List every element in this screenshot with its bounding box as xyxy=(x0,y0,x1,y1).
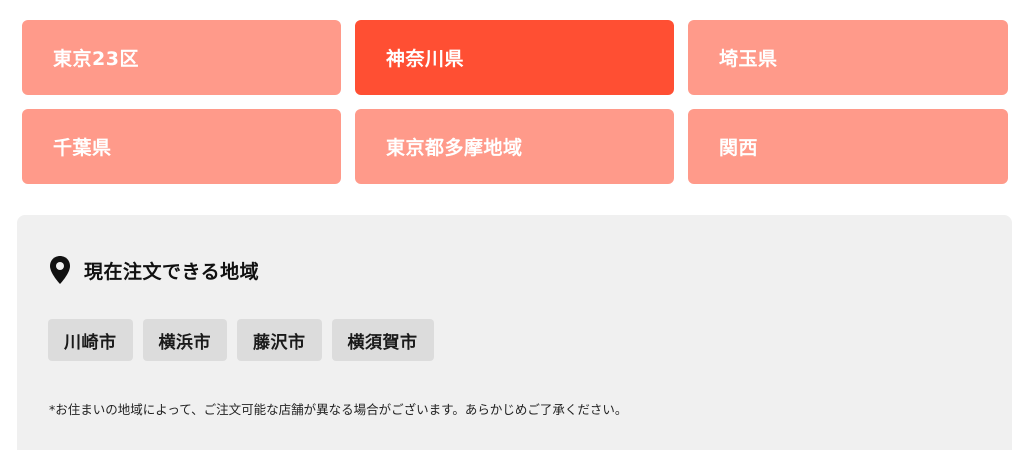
available-areas-panel: 現在注文できる地域 川崎市 横浜市 藤沢市 横須賀市 *お住まいの地域によって、… xyxy=(17,215,1012,450)
city-chip: 藤沢市 xyxy=(237,319,322,361)
city-list: 川崎市 横浜市 藤沢市 横須賀市 xyxy=(48,319,434,361)
page: 東京23区 神奈川県 埼玉県 千葉県 東京都多摩地域 関西 現在注文できる地域 … xyxy=(0,0,1024,450)
city-chip: 川崎市 xyxy=(48,319,133,361)
panel-heading: 現在注文できる地域 xyxy=(49,255,259,285)
region-tab-label: 埼玉県 xyxy=(719,48,778,70)
availability-note: *お住まいの地域によって、ご注文可能な店舗が異なる場合がございます。あらかじめご… xyxy=(49,402,628,417)
region-tabs: 東京23区 神奈川県 埼玉県 千葉県 東京都多摩地域 関西 xyxy=(22,20,1008,184)
region-tab-chiba[interactable]: 千葉県 xyxy=(22,109,341,184)
region-tab-label: 神奈川県 xyxy=(386,48,465,70)
region-tab-label: 東京23区 xyxy=(53,48,139,70)
map-pin-icon xyxy=(50,256,70,284)
region-tab-label: 東京都多摩地域 xyxy=(386,137,523,159)
panel-title: 現在注文できる地域 xyxy=(84,260,260,283)
city-chip: 横須賀市 xyxy=(331,319,434,361)
region-tab-saitama[interactable]: 埼玉県 xyxy=(688,20,1008,95)
region-tab-label: 関西 xyxy=(719,137,759,159)
region-tab-kansai[interactable]: 関西 xyxy=(688,109,1008,184)
city-chip: 横浜市 xyxy=(142,319,227,361)
region-tab-label: 千葉県 xyxy=(53,137,112,159)
region-tab-tama[interactable]: 東京都多摩地域 xyxy=(355,109,674,184)
region-tab-tokyo-23[interactable]: 東京23区 xyxy=(22,20,341,95)
region-tab-kanagawa[interactable]: 神奈川県 xyxy=(355,20,674,95)
